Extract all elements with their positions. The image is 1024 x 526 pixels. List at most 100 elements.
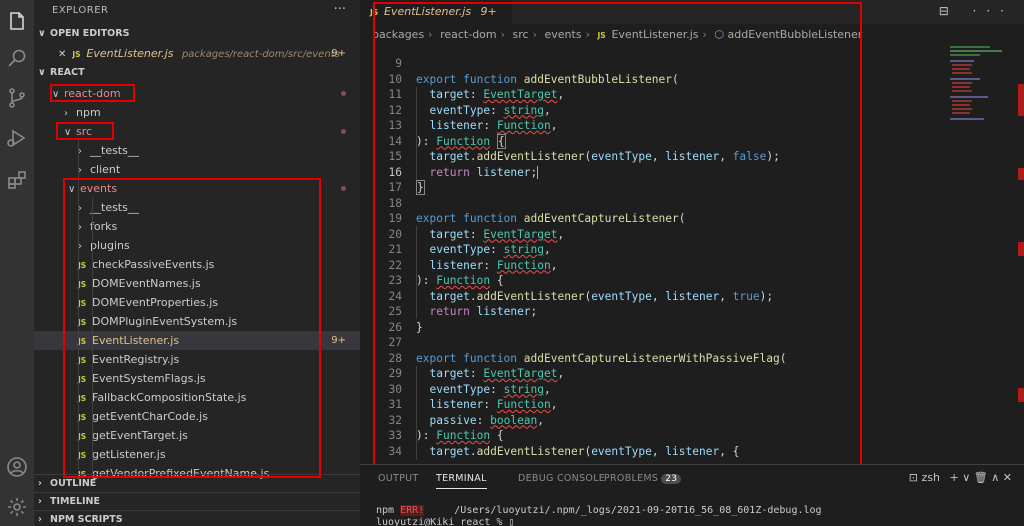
scrollbar-error-marker	[1018, 168, 1024, 180]
tab-problems[interactable]: PROBLEMS 23	[604, 473, 682, 484]
explorer-icon[interactable]	[5, 10, 29, 34]
file-item[interactable]: JS getEventCharCode.js	[34, 407, 360, 426]
file-item[interactable]: JS DOMEventNames.js	[34, 274, 360, 293]
terminal-actions[interactable]: + ∨ 🗑 ∧ ✕	[950, 471, 1013, 484]
shell-label: zsh	[921, 471, 940, 484]
minimap[interactable]	[944, 46, 1014, 146]
settings-gear-icon[interactable]	[5, 495, 29, 519]
breadcrumb-item[interactable]: src	[513, 28, 529, 41]
folder-item[interactable]: › client	[34, 160, 360, 179]
code-line: export function addEventBubbleListener(	[416, 72, 679, 86]
terminal-prompt[interactable]: luoyutzi@Kiki react % ▯	[376, 517, 514, 526]
open-editor-path: packages/react-dom/src/events	[181, 49, 340, 60]
js-file-icon: JS	[597, 31, 606, 40]
open-editor-item[interactable]: ✕ JS EventListener.js packages/react-dom/s…	[34, 44, 360, 63]
folder-item[interactable]: › npm	[34, 103, 360, 122]
react-folder-header[interactable]: ∨ REACT	[34, 64, 360, 82]
line-number: 30	[388, 382, 402, 396]
outline-header[interactable]: › OUTLINE	[34, 474, 360, 492]
js-file-icon: JS	[78, 432, 87, 441]
file-item[interactable]: JS EventSystemFlags.js	[34, 369, 360, 388]
code-line: listener: Function,	[429, 398, 558, 411]
npm-scripts-header[interactable]: › NPM SCRIPTS	[34, 510, 360, 526]
js-file-icon: JS	[78, 280, 87, 289]
breadcrumb-item[interactable]: addEventBubbleListener	[728, 28, 863, 41]
tab-debug-console[interactable]: DEBUG CONSOLE	[518, 473, 605, 484]
tree-item-label: events	[80, 182, 118, 195]
breadcrumb-item[interactable]: packages	[372, 28, 424, 41]
open-editors-header[interactable]: ∨ OPEN EDITORS	[34, 25, 360, 43]
file-item[interactable]: JS getEventTarget.js	[34, 426, 360, 445]
line-number: 23	[388, 274, 402, 287]
file-item[interactable]: JS DOMPluginEventSystem.js	[34, 312, 360, 331]
js-file-icon: JS	[78, 261, 87, 270]
editor-actions[interactable]: ⊟ ···	[939, 4, 1014, 18]
scrollbar-error-marker	[1018, 242, 1024, 256]
extensions-icon[interactable]	[5, 168, 29, 192]
code-line: target: EventTarget,	[429, 367, 565, 380]
code-line: passive: boolean,	[429, 413, 545, 427]
file-item[interactable]: JS FallbackCompositionState.js	[34, 388, 360, 407]
code-line: target: EventTarget,	[429, 227, 565, 241]
timeline-header[interactable]: › TIMELINE	[34, 492, 360, 510]
explorer-sidebar: EXPLORER ··· ∨ OPEN EDITORS ✕ JS EventListe…	[34, 0, 360, 526]
more-actions-icon[interactable]: ···	[334, 2, 346, 17]
file-item[interactable]: JS EventListener.js 9+	[34, 331, 360, 350]
close-icon[interactable]: ✕	[58, 49, 66, 60]
tree-item-label: plugins	[90, 239, 130, 252]
chevron-down-icon: ∨	[38, 28, 46, 39]
tab-eventlistener[interactable]: JSEventListener.js 9+ ✕	[360, 0, 512, 43]
code-line: target: EventTarget,	[429, 88, 565, 101]
breadcrumb-item[interactable]: EventListener.js	[611, 28, 698, 41]
tree-item-label: checkPassiveEvents.js	[92, 258, 215, 271]
js-file-icon: JS	[78, 318, 87, 327]
file-item[interactable]: JS EventRegistry.js	[34, 350, 360, 369]
folder-item[interactable]: ∨ src	[34, 122, 360, 141]
file-item[interactable]: JS DOMEventProperties.js	[34, 293, 360, 312]
problems-badge: 9+	[331, 335, 346, 346]
folder-item[interactable]: ∨ react-dom	[34, 84, 360, 103]
modified-dot-icon	[341, 91, 346, 96]
run-debug-icon[interactable]	[5, 126, 29, 150]
problems-count-badge: 23	[661, 474, 682, 484]
breadcrumb-item[interactable]: events	[545, 28, 582, 41]
chevron-right-icon: ›	[38, 478, 42, 489]
breadcrumb-item[interactable]: react-dom	[440, 28, 497, 41]
file-item[interactable]: JS getListener.js	[34, 445, 360, 464]
tree-item-label: getEventTarget.js	[92, 429, 188, 442]
file-item[interactable]: JS checkPassiveEvents.js	[34, 255, 360, 274]
code-editor[interactable]: 9 10 11 12 13 14 15 16 17 18 19 20 21 22 23 24 25 26 27 28 2…	[360, 46, 1024, 460]
breadcrumb: packages › react-dom › src › events › JS Even…	[360, 24, 1024, 46]
line-number: 9	[395, 57, 402, 70]
terminal-icon: ⊡	[908, 471, 922, 484]
line-number: 27	[388, 336, 402, 349]
panel-actions[interactable]: ⊡ zsh + ∨ 🗑 ∧ ✕	[909, 471, 1012, 484]
chevron-down-icon: ∨	[38, 67, 46, 78]
js-file-icon: JS	[78, 451, 87, 460]
indent-guide	[78, 140, 79, 470]
search-icon[interactable]	[5, 46, 29, 70]
folder-item[interactable]: › __tests__	[34, 141, 360, 160]
code-line: listener: Function,	[429, 258, 558, 272]
code-line: return listener;	[429, 305, 538, 318]
account-icon[interactable]	[5, 455, 29, 479]
source-control-icon[interactable]	[5, 86, 29, 110]
tab-output[interactable]: OUTPUT	[378, 473, 419, 484]
tab-terminal[interactable]: TERMINAL	[436, 473, 487, 489]
folder-item[interactable]: ∨ events	[34, 179, 360, 198]
code-line: export function addEventCaptureListenerW…	[416, 351, 787, 365]
line-number: 29	[388, 367, 402, 380]
folder-item[interactable]: › forks	[34, 217, 360, 236]
folder-item[interactable]: › plugins	[34, 236, 360, 255]
code-line: }	[416, 320, 423, 334]
chevron-right-icon: ›	[78, 203, 82, 214]
line-number: 22	[388, 258, 402, 272]
bottom-panel: OUTPUT TERMINAL DEBUG CONSOLE PROBLEMS 23…	[360, 464, 1024, 526]
line-number: 15	[388, 150, 402, 163]
tab-problems-badge: 9+	[480, 5, 497, 18]
line-number: 17	[388, 181, 402, 194]
code-line: }	[416, 180, 425, 195]
folder-item[interactable]: › __tests__	[34, 198, 360, 217]
code-line: capture: true,	[416, 459, 537, 460]
code-line: ): Function {	[416, 274, 504, 287]
